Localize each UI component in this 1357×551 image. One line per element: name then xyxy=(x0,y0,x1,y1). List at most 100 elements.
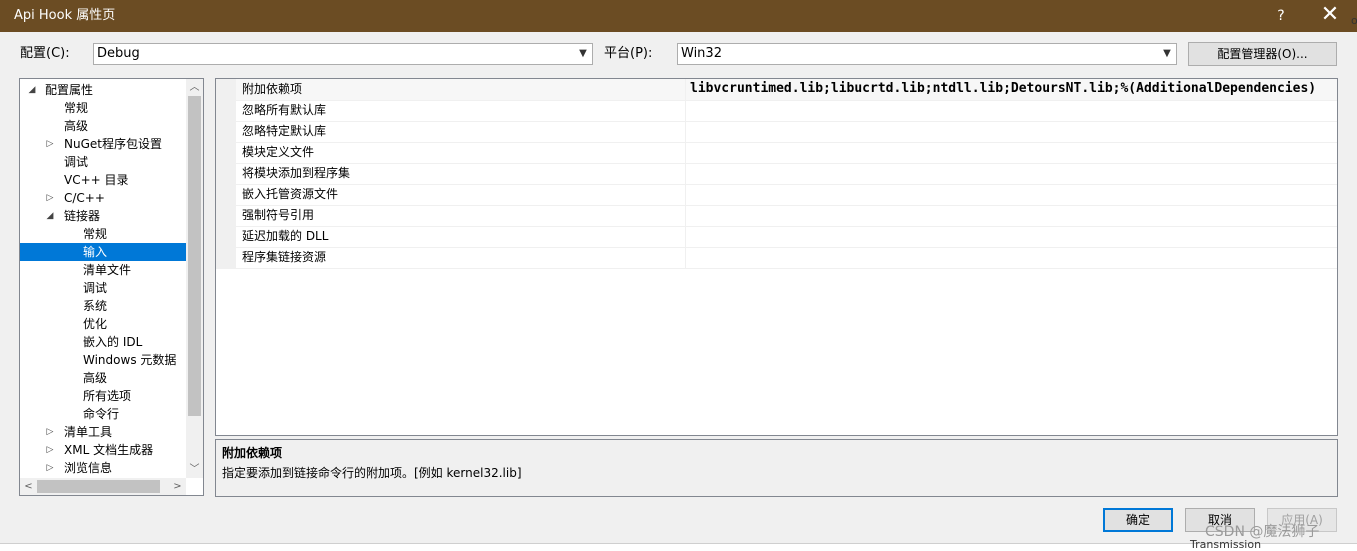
tree-item[interactable]: Windows 元数据 xyxy=(20,351,186,369)
tree-item-label: NuGet程序包设置 xyxy=(64,137,162,151)
column-separator xyxy=(685,142,686,163)
property-row[interactable]: 忽略特定默认库 xyxy=(216,121,1337,143)
column-separator xyxy=(685,247,686,268)
row-gutter xyxy=(216,226,236,247)
tree-item[interactable]: 高级 xyxy=(20,117,186,135)
tree-item[interactable]: 调试 xyxy=(20,153,186,171)
tree-item[interactable]: 高级 xyxy=(20,369,186,387)
tree-item[interactable]: 常规 xyxy=(20,225,186,243)
property-name: 程序集链接资源 xyxy=(242,250,327,264)
config-value: Debug xyxy=(97,46,140,61)
tree-item[interactable]: 常规 xyxy=(20,99,186,117)
tree-item-label: 高级 xyxy=(64,119,89,133)
expander-icon[interactable]: ▷ xyxy=(45,135,55,153)
property-row[interactable]: 附加依赖项 libvcruntimed.lib;libucrtd.lib;ntdl… xyxy=(216,79,1337,101)
tree-item[interactable]: ▷ XML 文档生成器 xyxy=(20,441,186,459)
tree-item-label: VC++ 目录 xyxy=(64,173,129,187)
tree-item-label: 输入 xyxy=(83,245,108,259)
config-label: 配置(C): xyxy=(20,46,70,61)
expander-icon[interactable]: ▷ xyxy=(45,189,55,207)
scroll-left-icon[interactable]: < xyxy=(20,478,37,495)
tree-item-label: 所有选项 xyxy=(83,389,132,403)
tree-horizontal-thumb[interactable] xyxy=(37,480,160,493)
tree-item[interactable]: 命令行 xyxy=(20,405,186,423)
row-gutter xyxy=(216,121,236,142)
expander-icon[interactable]: ▷ xyxy=(45,423,55,441)
tree-item[interactable]: 清单文件 xyxy=(20,261,186,279)
property-name: 忽略特定默认库 xyxy=(242,124,327,138)
tree-item-label: C/C++ xyxy=(64,191,105,205)
tree-item[interactable]: 优化 xyxy=(20,315,186,333)
column-separator xyxy=(685,226,686,247)
description-pane: 附加依赖项 指定要添加到链接命令行的附加项。[例如 kernel32.lib] xyxy=(215,439,1338,497)
tree-item-label: 调试 xyxy=(83,281,108,295)
property-row[interactable]: 强制符号引用 xyxy=(216,205,1337,227)
config-dropdown[interactable]: Debug ▼ xyxy=(93,43,593,65)
expander-icon[interactable]: ▷ xyxy=(45,441,55,459)
row-gutter xyxy=(216,247,236,268)
tree-item-label: 嵌入的 IDL xyxy=(83,335,143,349)
tree-vertical-scrollbar[interactable]: ︿ ﹀ xyxy=(186,79,203,478)
tree-item[interactable]: 系统 xyxy=(20,297,186,315)
tree-item[interactable]: 调试 xyxy=(20,279,186,297)
tree-item[interactable]: ▷ 清单工具 xyxy=(20,423,186,441)
tree-item[interactable]: ◢ 配置属性 xyxy=(20,81,186,99)
scroll-up-icon[interactable]: ︿ xyxy=(186,79,203,96)
column-separator xyxy=(685,184,686,205)
property-row[interactable]: 模块定义文件 xyxy=(216,142,1337,164)
property-row[interactable]: 将模块添加到程序集 xyxy=(216,163,1337,185)
property-pages-dialog: 配置(C): Debug ▼ 平台(P): Win32 ▼ 配置管理器(O)..… xyxy=(0,32,1357,546)
tree-item-label: XML 文档生成器 xyxy=(64,443,154,457)
tree-vertical-thumb[interactable] xyxy=(188,96,201,416)
config-manager-button[interactable]: 配置管理器(O)... xyxy=(1188,42,1337,66)
property-row[interactable]: 延迟加载的 DLL xyxy=(216,226,1337,248)
tree-item-label: 调试 xyxy=(64,155,89,169)
chevron-down-icon: ▼ xyxy=(579,48,587,59)
property-name: 附加依赖项 xyxy=(242,82,303,96)
platform-label: 平台(P): xyxy=(604,46,653,61)
title-bar[interactable]: Api Hook 属性页 ? ✕ xyxy=(0,0,1357,32)
help-button[interactable]: ? xyxy=(1268,0,1294,32)
ok-button[interactable]: 确定 xyxy=(1103,508,1173,532)
window-title: Api Hook 属性页 xyxy=(14,8,116,23)
tree-horizontal-scrollbar[interactable]: < > xyxy=(20,478,186,495)
scroll-right-icon[interactable]: > xyxy=(169,478,186,495)
row-gutter xyxy=(216,79,236,100)
tree-item[interactable]: VC++ 目录 xyxy=(20,171,186,189)
tree-item-label: 常规 xyxy=(83,227,108,241)
column-separator xyxy=(685,79,686,100)
tree-item[interactable]: ◢ 链接器 xyxy=(20,207,186,225)
tree-item[interactable]: ▷ NuGet程序包设置 xyxy=(20,135,186,153)
tree-item[interactable]: ▷ 浏览信息 xyxy=(20,459,186,477)
property-value[interactable]: libvcruntimed.lib;libucrtd.lib;ntdll.lib… xyxy=(690,79,1336,99)
scroll-down-icon[interactable]: ﹀ xyxy=(186,461,203,478)
property-name: 嵌入托管资源文件 xyxy=(242,187,339,201)
column-separator xyxy=(685,163,686,184)
tree-item-label: 链接器 xyxy=(64,209,101,223)
property-row[interactable]: 嵌入托管资源文件 xyxy=(216,184,1337,206)
tree-item-label: 命令行 xyxy=(83,407,120,421)
platform-dropdown[interactable]: Win32 ▼ xyxy=(677,43,1177,65)
property-tree[interactable]: ◢ 配置属性 常规 高级 ▷ NuGet程序包设置 调试 VC++ 目录 ▷ C/C++ ◢ 链接器常… xyxy=(19,78,204,496)
tree-item-label: 清单工具 xyxy=(64,425,113,439)
tree-item-label: 优化 xyxy=(83,317,108,331)
tree-item-label: 浏览信息 xyxy=(64,461,113,475)
row-gutter xyxy=(216,205,236,226)
expander-icon[interactable]: ◢ xyxy=(45,207,55,225)
tree-item[interactable]: 嵌入的 IDL xyxy=(20,333,186,351)
row-gutter xyxy=(216,184,236,205)
tree-item[interactable]: 所有选项 xyxy=(20,387,186,405)
close-button[interactable]: ✕ xyxy=(1312,0,1348,32)
property-name: 强制符号引用 xyxy=(242,208,315,222)
property-row[interactable]: 忽略所有默认库 xyxy=(216,100,1337,122)
property-grid[interactable]: 附加依赖项 libvcruntimed.lib;libucrtd.lib;ntdl… xyxy=(215,78,1338,436)
tree-item-label: Windows 元数据 xyxy=(83,353,177,367)
tree-item[interactable]: 输入 xyxy=(20,243,186,261)
row-gutter xyxy=(216,100,236,121)
expander-icon[interactable]: ◢ xyxy=(27,81,37,99)
tree-item[interactable]: ▷ C/C++ xyxy=(20,189,186,207)
expander-icon[interactable]: ▷ xyxy=(45,459,55,477)
property-name: 将模块添加到程序集 xyxy=(242,166,351,180)
platform-value: Win32 xyxy=(681,46,722,61)
property-row[interactable]: 程序集链接资源 xyxy=(216,247,1337,269)
